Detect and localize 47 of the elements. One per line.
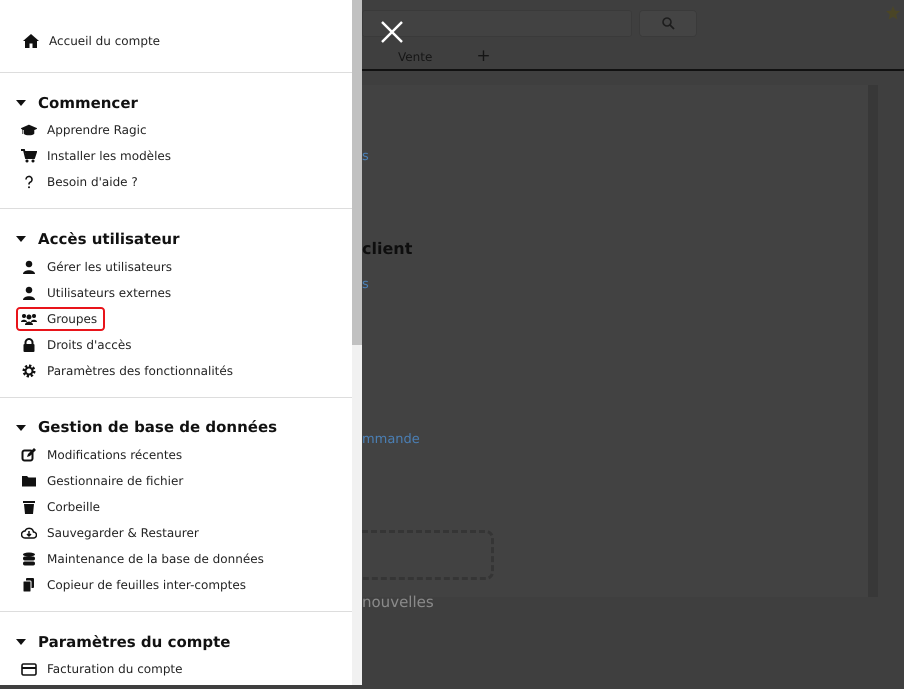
copy-sheets-icon xyxy=(21,578,37,592)
section-header[interactable]: Accès utilisateur xyxy=(16,228,180,250)
sidebar-item[interactable]: Paramètres des fonctionnalités xyxy=(16,358,242,382)
sidebar-item[interactable]: Copieur de feuilles inter-comptes xyxy=(16,572,254,597)
sidebar-item[interactable]: Maintenance de la base de données xyxy=(16,546,272,571)
section-header[interactable]: Gestion de base de données xyxy=(16,416,278,439)
caret-down-icon xyxy=(16,424,26,430)
search-icon xyxy=(662,17,674,30)
sidebar-item[interactable]: Sauvegarder & Restaurer xyxy=(16,520,207,545)
home-icon xyxy=(23,34,39,48)
folder-icon xyxy=(21,474,37,488)
section-header[interactable]: Commencer xyxy=(16,92,138,114)
sidebar-item[interactable]: Gérer les utilisateurs xyxy=(16,254,180,278)
section-header[interactable]: Paramètres du compte xyxy=(16,630,230,653)
star-icon[interactable] xyxy=(886,6,900,20)
cloud-download-icon xyxy=(21,526,37,540)
close-icon[interactable] xyxy=(380,20,404,44)
caret-down-icon xyxy=(16,236,26,242)
caret-down-icon xyxy=(16,100,26,106)
search-button[interactable] xyxy=(639,10,697,37)
sidebar-item[interactable]: Corbeille xyxy=(16,494,108,519)
cart-icon xyxy=(21,149,37,164)
sidebar-item[interactable]: Groupes xyxy=(16,306,106,330)
sidebar-item[interactable]: Modifications récentes xyxy=(16,442,190,467)
database-icon xyxy=(21,552,37,566)
sidebar-item[interactable]: Installer les modèles xyxy=(16,144,180,168)
search-field[interactable] xyxy=(362,10,632,37)
sidebar-item[interactable]: Gestionnaire de fichier xyxy=(16,468,192,493)
caret-down-icon xyxy=(16,638,26,645)
sidebar-item[interactable]: Apprendre Ragic xyxy=(16,118,155,142)
drop-zone[interactable] xyxy=(362,530,494,580)
lock-icon xyxy=(21,338,37,352)
gear-icon xyxy=(21,364,37,378)
users-icon xyxy=(21,312,37,326)
sidebar-item[interactable]: Utilisateurs externes xyxy=(16,280,180,304)
sidebar-item[interactable]: Droits d'accès xyxy=(16,332,140,356)
scrollbar-thumb[interactable] xyxy=(352,0,362,345)
credit-card-icon xyxy=(21,662,37,676)
user-icon xyxy=(21,286,37,300)
sidebar-item[interactable]: Besoin d'aide ? xyxy=(16,170,146,194)
graduation-cap-icon xyxy=(21,123,37,138)
sidebar-item[interactable]: Facturation du compte xyxy=(16,657,191,681)
edit-icon xyxy=(21,448,37,462)
sidebar-item[interactable]: Accueil du compte xyxy=(18,29,168,53)
trash-icon xyxy=(21,500,37,514)
hint-text: nouvelles xyxy=(362,593,434,611)
user-icon xyxy=(21,260,37,274)
